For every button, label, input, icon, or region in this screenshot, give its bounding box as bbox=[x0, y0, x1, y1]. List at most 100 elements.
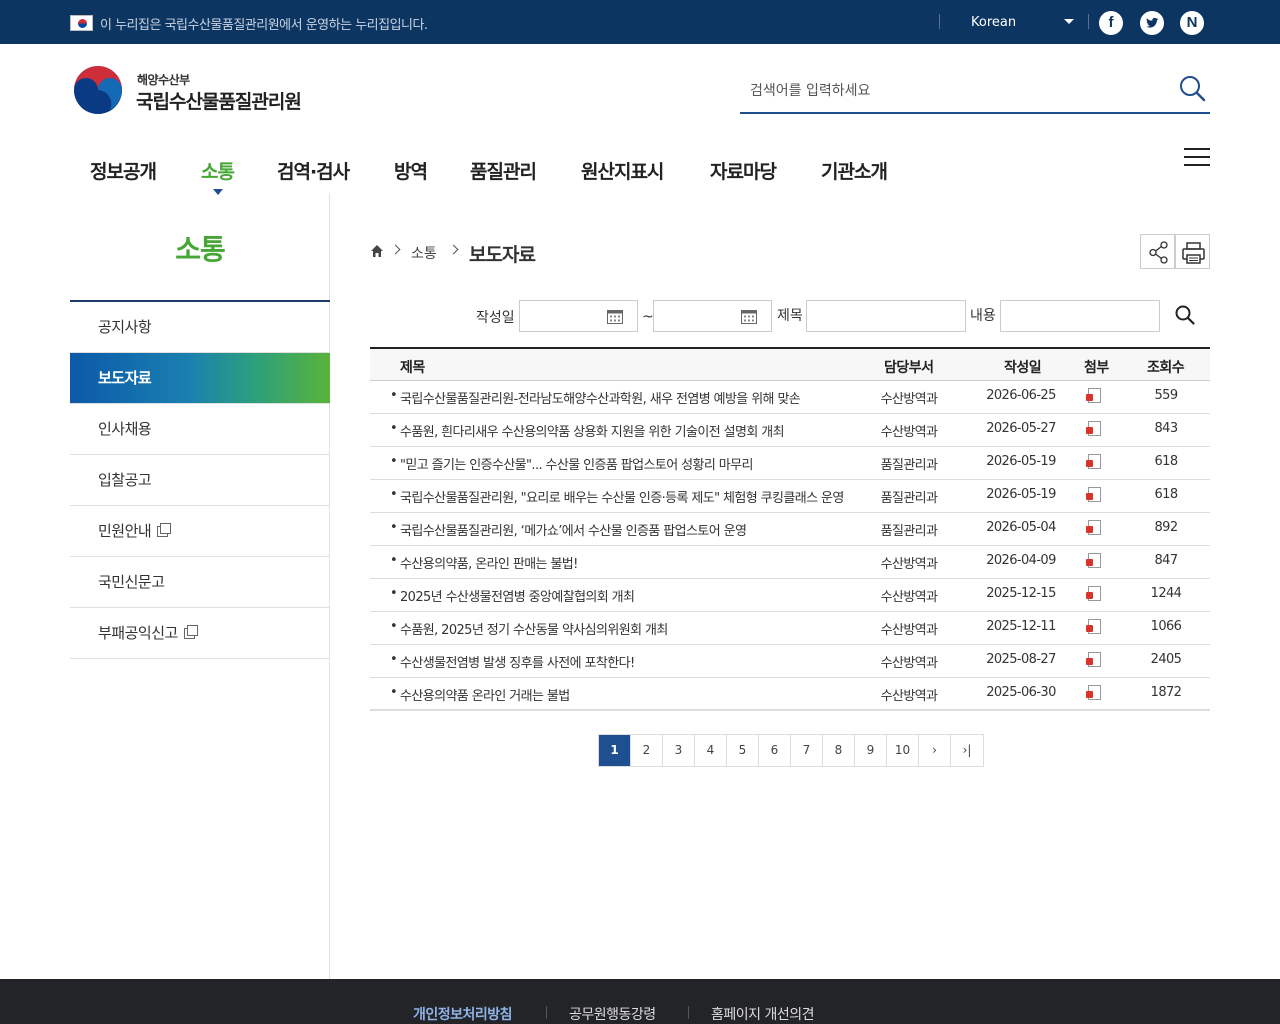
search-icon[interactable] bbox=[1178, 74, 1208, 104]
page-1-button[interactable]: 1 bbox=[599, 735, 631, 766]
page-10-button[interactable]: 10 bbox=[887, 735, 919, 766]
search-icon[interactable] bbox=[1174, 304, 1196, 326]
end-date-field[interactable] bbox=[653, 300, 772, 332]
table-row[interactable]: 수산생물전염병 발생 징후를 사전에 포착한다! 수산방역과 2025-08-27 2… bbox=[370, 645, 1210, 678]
row-title-text[interactable]: 수품원, 흰다리새우 수산용의약품 상용화 지원을 위한 기술이전 설명회 개최 bbox=[390, 425, 785, 440]
row-title-text[interactable]: 수품원, 2025년 정기 수산동물 약사심의위원회 개최 bbox=[390, 623, 668, 638]
gnb-item-communication[interactable]: 소통 bbox=[201, 157, 235, 184]
gnb-item-about[interactable]: 기관소개 bbox=[821, 157, 888, 184]
breadcrumb-level1[interactable]: 소통 bbox=[411, 243, 437, 263]
sidebar-item-recruitment[interactable]: 인사채용 bbox=[70, 404, 330, 455]
calendar-icon[interactable] bbox=[741, 309, 757, 324]
privacy-policy-link[interactable]: 개인정보처리방침 bbox=[413, 1004, 513, 1024]
row-title-text[interactable]: 수산생물전염병 발생 징후를 사전에 포착한다! bbox=[390, 656, 635, 671]
title-field[interactable] bbox=[806, 300, 966, 332]
gnb-item-info-disclosure[interactable]: 정보공개 bbox=[90, 157, 157, 184]
row-title[interactable]: 2025년 수산생물전염병 중앙예찰협의회 개최 bbox=[390, 586, 845, 605]
attachment-icon[interactable] bbox=[1086, 454, 1103, 471]
row-title-text[interactable]: 수산용의약품, 온라인 판매는 불법! bbox=[390, 557, 578, 572]
row-views: 847 bbox=[1154, 553, 1178, 568]
gnb-item-origin-labeling[interactable]: 원산지표시 bbox=[581, 157, 664, 184]
row-title[interactable]: 국립수산물품질관리원, ‘메가쇼’에서 수산물 인증품 팝업스토어 운영 bbox=[390, 520, 845, 539]
row-title-text[interactable]: "믿고 즐기는 인증수산물"... 수산물 인증품 팝업스토어 성황리 마무리 bbox=[390, 458, 753, 473]
sidebar-item-corruption-report[interactable]: 부패공익신고 bbox=[70, 608, 330, 659]
sidebar-item-press-release[interactable]: 보도자료 bbox=[70, 353, 330, 404]
next-page-button[interactable]: › bbox=[919, 735, 951, 766]
chevron-down-icon[interactable] bbox=[1064, 19, 1074, 24]
page-3-button[interactable]: 3 bbox=[663, 735, 695, 766]
code-of-conduct-link[interactable]: 공무원행동강령 bbox=[569, 1004, 656, 1024]
home-icon[interactable] bbox=[370, 244, 384, 258]
row-title[interactable]: 국립수산물품질관리원-전라남도해양수산과학원, 새우 전염병 예방을 위해 맞손 bbox=[390, 388, 845, 407]
sidebar-item-epeople[interactable]: 국민신문고 bbox=[70, 557, 330, 608]
attachment-icon[interactable] bbox=[1086, 520, 1103, 537]
sidebar-item-label: 입찰공고 bbox=[98, 471, 152, 489]
page-8-button[interactable]: 8 bbox=[823, 735, 855, 766]
table-row[interactable]: 수품원, 흰다리새우 수산용의약품 상용화 지원을 위한 기술이전 설명회 개최… bbox=[370, 414, 1210, 447]
table-row[interactable]: 2025년 수산생물전염병 중앙예찰협의회 개최 수산방역과 2025-12-15 1… bbox=[370, 579, 1210, 612]
sidebar-item-notice[interactable]: 공지사항 bbox=[70, 302, 330, 353]
row-title[interactable]: 수산용의약품, 온라인 판매는 불법! bbox=[390, 553, 845, 572]
gnb-item-quarantine[interactable]: 검역·검사 bbox=[277, 157, 350, 184]
table-row[interactable]: 수산용의약품 온라인 거래는 불법 수산방역과 2025-06-30 1872 bbox=[370, 678, 1210, 711]
row-title[interactable]: 수품원, 흰다리새우 수산용의약품 상용화 지원을 위한 기술이전 설명회 개최 bbox=[390, 421, 845, 440]
row-title-text[interactable]: 국립수산물품질관리원, "요리로 배우는 수산물 인증·등록 제도" 체험형 쿠… bbox=[390, 491, 844, 506]
table-row[interactable]: 국립수산물품질관리원, "요리로 배우는 수산물 인증·등록 제도" 체험형 쿠… bbox=[370, 480, 1210, 513]
attachment-icon[interactable] bbox=[1086, 619, 1103, 636]
gnb-item-disease-control[interactable]: 방역 bbox=[394, 157, 428, 184]
row-dept: 수산방역과 bbox=[880, 656, 938, 671]
attachment-icon[interactable] bbox=[1086, 586, 1103, 603]
sidebar-item-civil-service[interactable]: 민원안내 bbox=[70, 506, 330, 557]
row-title[interactable]: 수산생물전염병 발생 징후를 사전에 포착한다! bbox=[390, 652, 845, 671]
row-title[interactable]: 수품원, 2025년 정기 수산동물 약사심의위원회 개최 bbox=[390, 619, 845, 638]
share-button[interactable] bbox=[1140, 234, 1175, 269]
language-select[interactable]: Korean bbox=[971, 15, 1016, 30]
row-title-text[interactable]: 국립수산물품질관리원, ‘메가쇼’에서 수산물 인증품 팝업스토어 운영 bbox=[390, 524, 747, 539]
page-4-button[interactable]: 4 bbox=[695, 735, 727, 766]
menu-icon[interactable] bbox=[1184, 147, 1210, 167]
government-logo[interactable] bbox=[72, 64, 124, 116]
attachment-icon[interactable] bbox=[1086, 553, 1103, 570]
last-page-button[interactable]: ›| bbox=[951, 735, 983, 766]
content-field[interactable] bbox=[1000, 300, 1160, 332]
attachment-icon[interactable] bbox=[1086, 421, 1103, 438]
table-row[interactable]: "믿고 즐기는 인증수산물"... 수산물 인증품 팝업스토어 성황리 마무리 품… bbox=[370, 447, 1210, 480]
table-row[interactable]: 국립수산물품질관리원, ‘메가쇼’에서 수산물 인증품 팝업스토어 운영 품질관리… bbox=[370, 513, 1210, 546]
row-title-text[interactable]: 2025년 수산생물전염병 중앙예찰협의회 개최 bbox=[390, 590, 635, 605]
sidebar-item-label: 국민신문고 bbox=[98, 573, 165, 591]
row-date: 2026-05-04 bbox=[986, 520, 1056, 535]
page-title: 보도자료 bbox=[469, 244, 536, 266]
gnb-item-resources[interactable]: 자료마당 bbox=[710, 157, 777, 184]
attachment-icon[interactable] bbox=[1086, 487, 1103, 504]
page-7-button[interactable]: 7 bbox=[791, 735, 823, 766]
calendar-icon[interactable] bbox=[607, 309, 623, 324]
site-feedback-link[interactable]: 홈페이지 개선의견 bbox=[711, 1004, 815, 1024]
facebook-icon[interactable]: f bbox=[1099, 11, 1123, 35]
row-title-text[interactable]: 수산용의약품 온라인 거래는 불법 bbox=[390, 689, 570, 704]
page-2-button[interactable]: 2 bbox=[631, 735, 663, 766]
row-title-text[interactable]: 국립수산물품질관리원-전라남도해양수산과학원, 새우 전염병 예방을 위해 맞손 bbox=[390, 392, 801, 407]
naver-blog-icon[interactable]: N bbox=[1180, 11, 1204, 35]
start-date-field[interactable] bbox=[519, 300, 638, 332]
row-title[interactable]: "믿고 즐기는 인증수산물"... 수산물 인증품 팝업스토어 성황리 마무리 bbox=[390, 454, 845, 473]
table-row[interactable]: 수품원, 2025년 정기 수산동물 약사심의위원회 개최 수산방역과 2025-1… bbox=[370, 612, 1210, 645]
logo-ministry-text[interactable]: 해양수산부 bbox=[137, 71, 190, 88]
attachment-icon[interactable] bbox=[1086, 388, 1103, 405]
twitter-icon[interactable] bbox=[1140, 11, 1164, 35]
page-6-button[interactable]: 6 bbox=[759, 735, 791, 766]
print-button[interactable] bbox=[1175, 234, 1210, 269]
attachment-icon[interactable] bbox=[1086, 685, 1103, 702]
attachment-icon[interactable] bbox=[1086, 652, 1103, 669]
print-icon bbox=[1182, 242, 1205, 264]
search-input[interactable] bbox=[740, 76, 1160, 106]
korea-flag-icon bbox=[70, 15, 93, 31]
page-9-button[interactable]: 9 bbox=[855, 735, 887, 766]
logo-org-name[interactable]: 국립수산물품질관리원 bbox=[136, 87, 302, 114]
row-title[interactable]: 수산용의약품 온라인 거래는 불법 bbox=[390, 685, 845, 704]
table-row[interactable]: 국립수산물품질관리원-전라남도해양수산과학원, 새우 전염병 예방을 위해 맞손… bbox=[370, 381, 1210, 414]
sidebar-item-bidding[interactable]: 입찰공고 bbox=[70, 455, 330, 506]
page-5-button[interactable]: 5 bbox=[727, 735, 759, 766]
table-row[interactable]: 수산용의약품, 온라인 판매는 불법! 수산방역과 2026-04-09 847 bbox=[370, 546, 1210, 579]
row-title[interactable]: 국립수산물품질관리원, "요리로 배우는 수산물 인증·등록 제도" 체험형 쿠… bbox=[390, 487, 845, 506]
gnb-item-quality[interactable]: 품질관리 bbox=[470, 157, 537, 184]
